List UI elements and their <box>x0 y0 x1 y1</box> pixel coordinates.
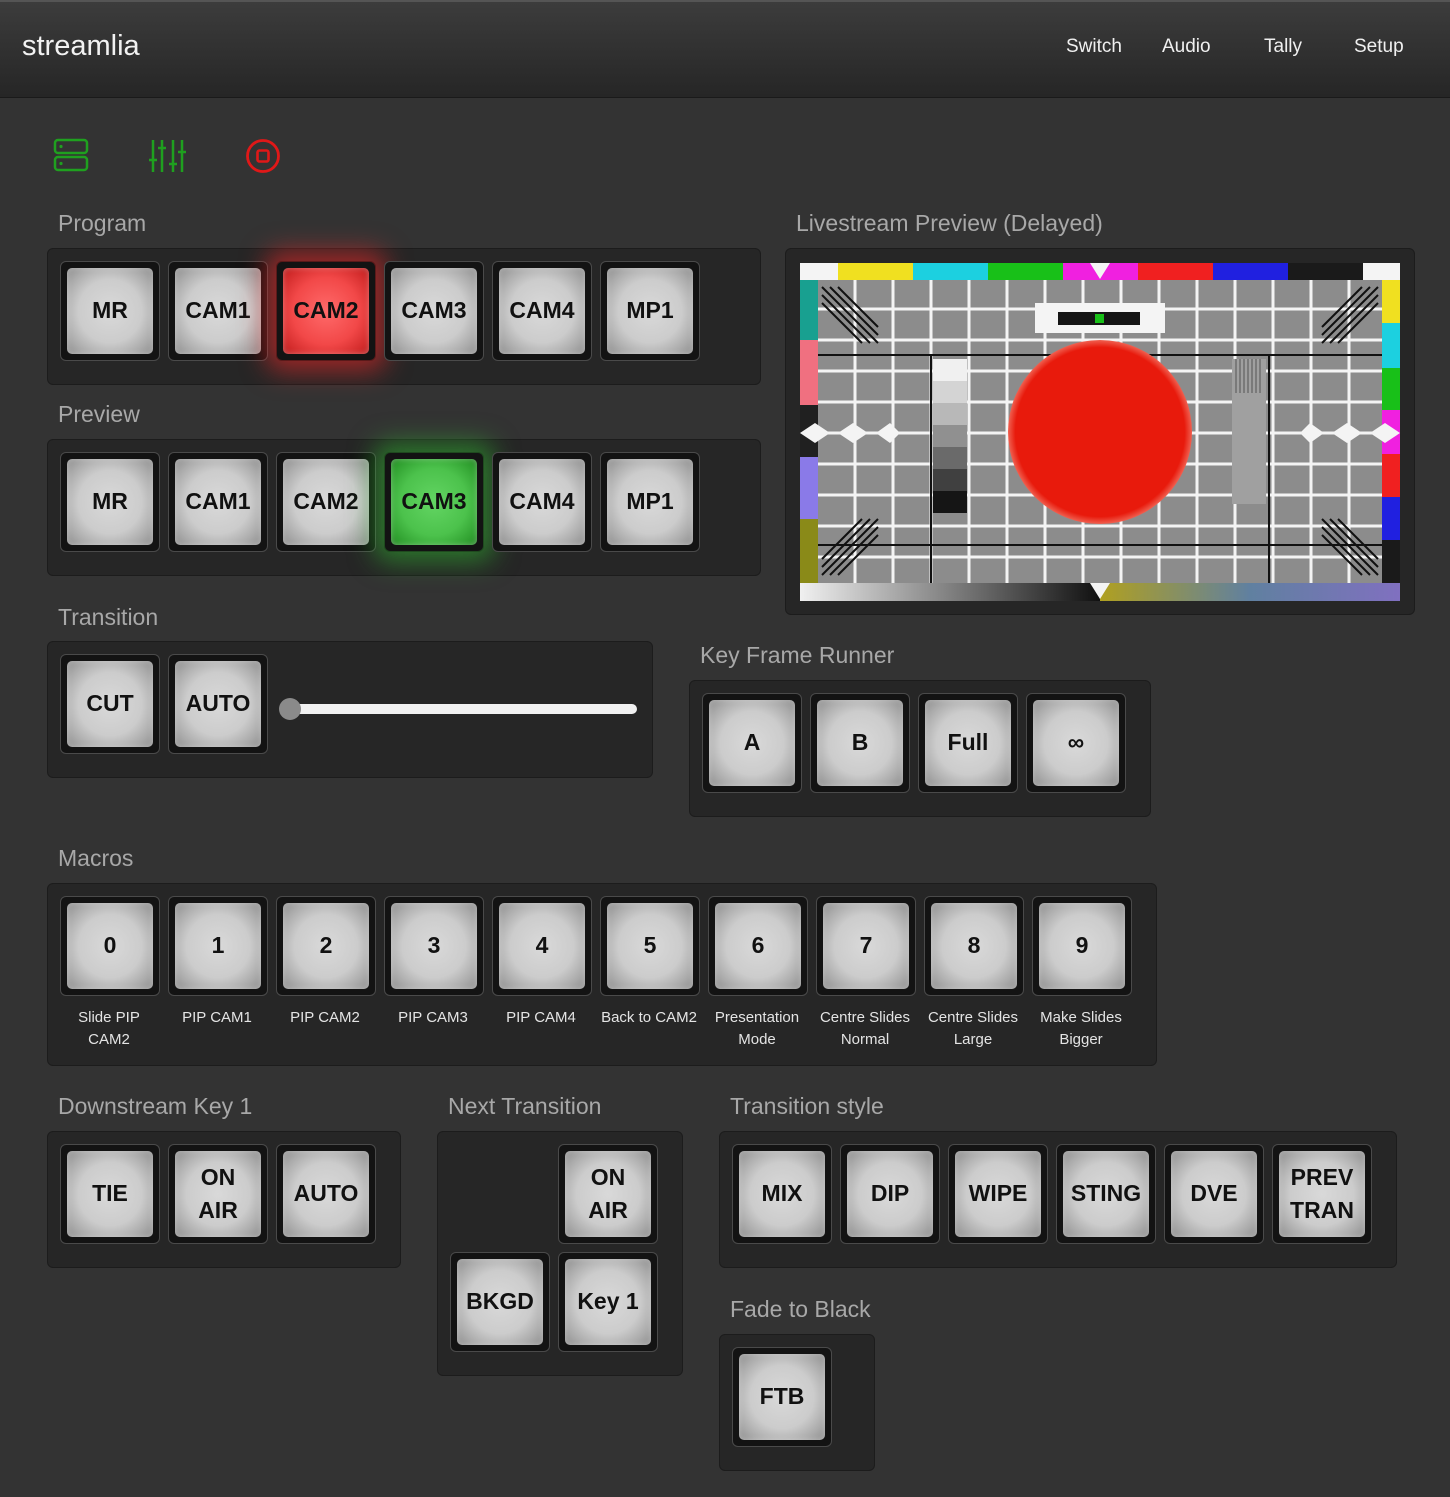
style-dve-button[interactable]: DVE <box>1164 1144 1264 1244</box>
transition-style-label: Transition style <box>730 1093 884 1119</box>
livestream-panel <box>785 248 1415 615</box>
dsk-label: Downstream Key 1 <box>58 1093 253 1119</box>
program-mr-button[interactable]: MR <box>60 261 160 361</box>
macro-6-caption: Presentation Mode <box>714 1009 800 1048</box>
mixer-sliders-icon[interactable] <box>147 136 187 176</box>
macro-2-caption: PIP CAM2 <box>290 1009 360 1026</box>
macro-0-caption: Slide PIP CAM2 <box>78 1009 140 1048</box>
brand-logo[interactable]: streamlia <box>22 30 140 63</box>
macro-6-button[interactable]: 6 <box>708 896 808 996</box>
dsk-tie-button[interactable]: TIE <box>60 1144 160 1244</box>
macro-0-button[interactable]: 0 <box>60 896 160 996</box>
cut-button[interactable]: CUT <box>60 654 160 754</box>
record-stop-icon[interactable] <box>243 136 283 176</box>
macro-1-button[interactable]: 1 <box>168 896 268 996</box>
next-transition-key1-button[interactable]: Key 1 <box>558 1252 658 1352</box>
macro-3-button[interactable]: 3 <box>384 896 484 996</box>
preview-cam4-button[interactable]: CAM4 <box>492 452 592 552</box>
preview-cam1-button[interactable]: CAM1 <box>168 452 268 552</box>
transition-label: Transition <box>58 604 159 630</box>
macro-9-caption: Make Slides Bigger <box>1040 1009 1122 1048</box>
preview-label: Preview <box>58 401 140 427</box>
macro-1-caption: PIP CAM1 <box>182 1009 252 1026</box>
preview-mp1-button[interactable]: MP1 <box>600 452 700 552</box>
program-cam1-button[interactable]: CAM1 <box>168 261 268 361</box>
macro-4-button[interactable]: 4 <box>492 896 592 996</box>
tbar-slider-handle[interactable] <box>279 698 301 720</box>
macro-8-caption: Centre Slides Large <box>927 1009 1019 1048</box>
keyframe-a-button[interactable]: A <box>702 693 802 793</box>
next-transition-bkgd-button[interactable]: BKGD <box>450 1252 550 1352</box>
top-navbar: streamlia Switch Audio Tally Setup <box>0 0 1450 98</box>
style-dip-button[interactable]: DIP <box>840 1144 940 1244</box>
livestream-label: Livestream Preview (Delayed) <box>796 210 1103 236</box>
macro-7-button[interactable]: 7 <box>816 896 916 996</box>
next-transition-onair-button[interactable]: ON AIR <box>558 1144 658 1244</box>
macro-8-button[interactable]: 8 <box>924 896 1024 996</box>
prev-tran-button[interactable]: PREV TRAN <box>1272 1144 1372 1244</box>
next-transition-label: Next Transition <box>448 1093 602 1119</box>
preview-cam3-button[interactable]: CAM3 <box>384 452 484 552</box>
keyframe-full-button[interactable]: Full <box>918 693 1018 793</box>
preview-mr-button[interactable]: MR <box>60 452 160 552</box>
program-cam3-button[interactable]: CAM3 <box>384 261 484 361</box>
keyframe-label: Key Frame Runner <box>700 642 895 668</box>
program-cam2-button[interactable]: CAM2 <box>276 261 376 361</box>
style-mix-button[interactable]: MIX <box>732 1144 832 1244</box>
dsk-onair-button[interactable]: ON AIR <box>168 1144 268 1244</box>
macro-5-button[interactable]: 5 <box>600 896 700 996</box>
ftb-button[interactable]: FTB <box>732 1347 832 1447</box>
livestream-test-card <box>800 263 1400 601</box>
macro-5-caption: Back to CAM2 <box>601 1009 697 1026</box>
macros-label: Macros <box>58 845 134 871</box>
macro-7-caption: Centre Slides Normal <box>819 1009 911 1048</box>
server-icon[interactable] <box>52 136 92 176</box>
macro-2-button[interactable]: 2 <box>276 896 376 996</box>
keyframe-infinity-button[interactable]: ∞ <box>1026 693 1126 793</box>
program-mp1-button[interactable]: MP1 <box>600 261 700 361</box>
auto-transition-button[interactable]: AUTO <box>168 654 268 754</box>
style-sting-button[interactable]: STING <box>1056 1144 1156 1244</box>
dsk-auto-button[interactable]: AUTO <box>276 1144 376 1244</box>
tbar-slider-track[interactable] <box>290 704 637 714</box>
nav-tally[interactable]: Tally <box>1264 36 1302 58</box>
nav-setup[interactable]: Setup <box>1354 36 1404 58</box>
macro-9-button[interactable]: 9 <box>1032 896 1132 996</box>
macro-4-caption: PIP CAM4 <box>506 1009 576 1026</box>
preview-cam2-button[interactable]: CAM2 <box>276 452 376 552</box>
ftb-label: Fade to Black <box>730 1296 871 1322</box>
macro-3-caption: PIP CAM3 <box>398 1009 468 1026</box>
nav-switch[interactable]: Switch <box>1066 36 1122 58</box>
keyframe-b-button[interactable]: B <box>810 693 910 793</box>
program-label: Program <box>58 210 147 236</box>
nav-audio[interactable]: Audio <box>1162 36 1211 58</box>
style-wipe-button[interactable]: WIPE <box>948 1144 1048 1244</box>
program-cam4-button[interactable]: CAM4 <box>492 261 592 361</box>
